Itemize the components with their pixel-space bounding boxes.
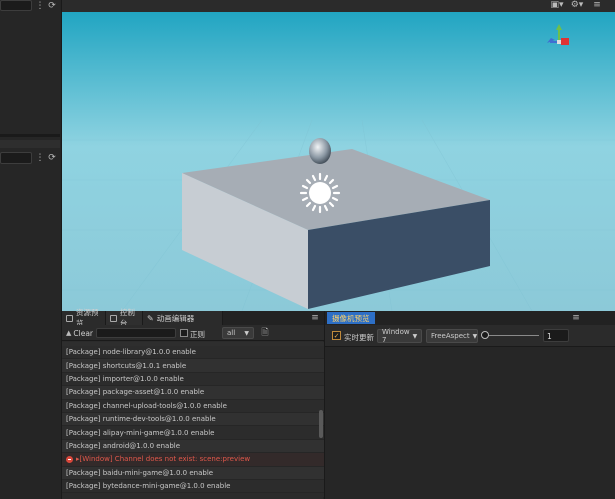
preview-canvas — [325, 347, 615, 499]
camera-icon[interactable]: ▣▾ — [550, 0, 564, 10]
aspect-select[interactable]: FreeAspect ▼ — [426, 329, 478, 343]
chevron-down-icon: ▼ — [244, 329, 249, 337]
window-select[interactable]: Window 7 ▼ — [377, 328, 422, 344]
error-icon — [66, 455, 73, 463]
search-options-icon[interactable]: ⋮ — [35, 0, 45, 11]
regex-checkbox[interactable] — [180, 329, 188, 337]
search-options-icon[interactable]: ⋮ — [35, 152, 45, 164]
light-gizmo — [299, 172, 341, 214]
panel-divider[interactable] — [0, 134, 60, 137]
camera-preview-panel: 摄像机预览 ≡ ✓ 实时更新 Window 7 ▼ FreeAspect ▼ 1 — [324, 311, 615, 499]
log-row[interactable]: [Package] runtime-dev-tools@1.0.0 enable — [62, 412, 324, 427]
tab-label: 摄像机预览 — [332, 313, 370, 323]
log-text: [Package] channel-upload-tools@1.0.0 ena… — [66, 401, 227, 410]
log-row[interactable]: [Package] node-library@1.0.0 enable — [62, 346, 324, 360]
preview-tab-bar: 摄像机预览 ≡ — [325, 311, 615, 325]
hierarchy-search-input[interactable] — [0, 0, 32, 11]
log-text: [Package] android@1.0.0 enable — [66, 441, 181, 450]
log-row[interactable]: [Package] bytedance-mini-game@1.0.0 enab… — [62, 479, 324, 494]
log-text: [Package] bytedance-mini-game@1.0.0 enab… — [66, 482, 231, 491]
console-scrollbar[interactable] — [319, 410, 323, 438]
assets-search-input[interactable] — [0, 152, 32, 164]
log-text: [Package] package-asset@1.0.0 enable — [66, 388, 205, 397]
log-text: [Window] Channel does not exist: scene:p… — [79, 455, 251, 464]
left-panels: ⋮ ⟳ ⋮ ⟳ — [0, 0, 60, 310]
sphere — [309, 138, 331, 164]
tab-camera-preview[interactable]: 摄像机预览 — [327, 312, 375, 324]
console-tab-bar: 资源预览 控制台 ✎ 动画编辑器 ≡ — [62, 308, 324, 328]
refresh-icon[interactable]: ⟳ — [46, 0, 58, 11]
panel-menu-icon[interactable]: ≡ — [310, 313, 320, 323]
folder-icon — [66, 314, 73, 322]
tab-console[interactable]: 控制台 — [106, 308, 143, 328]
log-text: [Package] baidu-mini-game@1.0.0 enable — [66, 468, 214, 477]
log-level-value: all — [227, 329, 236, 337]
chevron-down-icon: ▼ — [472, 332, 478, 340]
clear-button[interactable]: ▲ Clear — [66, 328, 93, 338]
realtime-label: 实时更新 — [344, 333, 374, 342]
console-toolbar: ▲ Clear 正则 all ▼ 🗎 — [62, 325, 324, 341]
scene-canvas — [62, 0, 615, 311]
log-text: [Package] shortcuts@1.0.1 enable — [66, 361, 187, 370]
trash-icon: ▲ — [66, 329, 72, 337]
tab-label: 动画编辑器 — [156, 313, 195, 323]
editor-window: ⋮ ⟳ ⋮ ⟳ ▣▾ ⚙▾ ≡ 资源预览 控制台 ✎ 动画编辑器 ≡ ▲ Cle… — [0, 0, 615, 499]
window-value: Window 7 — [382, 328, 410, 344]
chevron-down-icon: ▼ — [412, 332, 418, 340]
scale-slider-track[interactable] — [485, 335, 539, 336]
console-search-input[interactable] — [96, 328, 176, 338]
clear-label: Clear — [73, 328, 94, 338]
log-row[interactable]: [Package] android@1.0.0 enable — [62, 439, 324, 454]
log-row[interactable]: [Package] shortcuts@1.0.1 enable — [62, 359, 324, 373]
animation-icon: ✎ — [147, 313, 154, 323]
realtime-checkbox[interactable]: ✓ — [332, 331, 341, 340]
scene-viewport[interactable]: ▣▾ ⚙▾ ≡ — [61, 0, 615, 311]
console-log-list: [Package] node-library@1.0.0 enable [Pack… — [62, 342, 324, 497]
aspect-value: FreeAspect — [431, 332, 470, 340]
console-icon — [110, 314, 117, 322]
log-text: [Package] runtime-dev-tools@1.0.0 enable — [66, 415, 216, 424]
panel-menu-icon[interactable]: ≡ — [571, 313, 581, 323]
gear-icon[interactable]: ⚙▾ — [570, 0, 584, 10]
log-text: [Package] node-library@1.0.0 enable — [66, 348, 196, 357]
log-text: [Package] importer@1.0.0 enable — [66, 374, 184, 383]
tab-animation-editor[interactable]: ✎ 动画编辑器 — [143, 311, 223, 325]
file-icon[interactable]: 🗎 — [260, 328, 270, 338]
log-row[interactable]: [Package] alipay-mini-game@1.0.0 enable — [62, 426, 324, 440]
console-panel: 资源预览 控制台 ✎ 动画编辑器 ≡ ▲ Clear 正则 all ▼ 🗎 [P… — [61, 308, 324, 499]
scale-slider-handle[interactable] — [481, 331, 489, 339]
scale-input[interactable]: 1 — [543, 329, 569, 342]
tab-assets-preview[interactable]: 资源预览 — [62, 308, 106, 328]
preview-toolbar: ✓ 实时更新 Window 7 ▼ FreeAspect ▼ 1 — [325, 325, 615, 347]
log-row[interactable]: [Package] baidu-mini-game@1.0.0 enable — [62, 466, 324, 480]
log-row[interactable]: [Package] channel-upload-tools@1.0.0 ena… — [62, 399, 324, 413]
log-text: [Package] alipay-mini-game@1.0.0 enable — [66, 428, 215, 437]
panel-header — [0, 140, 60, 148]
scene-toolbar — [62, 0, 615, 12]
panel-menu-icon[interactable]: ≡ — [592, 0, 602, 10]
log-level-select[interactable]: all ▼ — [222, 327, 254, 339]
log-row-error[interactable]: ▸ [Window] Channel does not exist: scene… — [62, 453, 324, 467]
log-row[interactable]: [Package] package-asset@1.0.0 enable — [62, 386, 324, 400]
regex-label: 正则 — [190, 330, 205, 339]
refresh-icon[interactable]: ⟳ — [46, 152, 58, 164]
log-row[interactable]: [Package] importer@1.0.0 enable — [62, 372, 324, 387]
